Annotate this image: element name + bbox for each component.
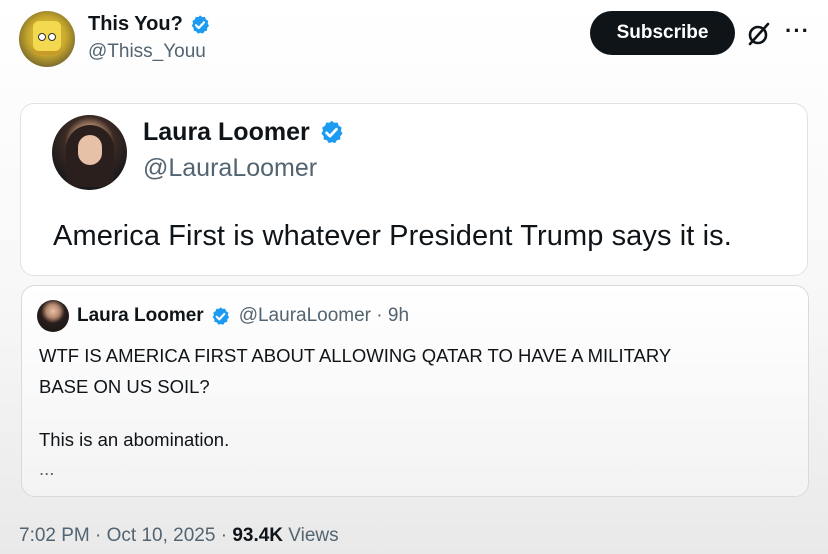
nested-author-name[interactable]: Laura Loomer [77,305,204,327]
quoted-author-name[interactable]: Laura Loomer [143,118,310,147]
nested-author-avatar[interactable] [37,300,69,332]
quoted-post-text: America First is whatever President Trum… [53,220,732,252]
verified-badge-icon [210,306,231,327]
grok-icon[interactable] [746,21,772,47]
quoted-post-card[interactable]: Laura Loomer @LauraLoomer America First … [20,103,808,276]
author-name-row[interactable]: This You? [88,13,211,36]
nested-text-ellipsis[interactable]: ... [39,458,54,480]
views-label: Views [283,525,339,546]
verified-badge-icon [318,119,345,146]
quoted-author-handle[interactable]: @LauraLoomer [143,154,317,183]
post-meta: 7:02 PM · Oct 10, 2025 · 93.4K Views [19,525,339,547]
quoted-author-avatar[interactable] [52,115,127,190]
nested-text-line: BASE ON US SOIL? [39,376,210,397]
subscribe-button[interactable]: Subscribe [590,11,735,55]
nested-author-row: Laura Loomer @LauraLoomer · 9h [77,305,409,327]
author-name[interactable]: This You? [88,13,183,36]
avatar-face [78,135,102,165]
avatar-eye-left [38,33,46,41]
post-timestamp[interactable]: 7:02 PM · Oct 10, 2025 · [19,525,232,546]
nested-text-line: WTF IS AMERICA FIRST ABOUT ALLOWING QATA… [39,345,672,366]
avatar-face [33,21,61,55]
nested-author-handle-time[interactable]: @LauraLoomer · 9h [239,305,409,327]
nested-text-line: This is an abomination. [39,429,230,450]
verified-badge-icon [189,14,211,36]
views-count: 93.4K [232,525,284,546]
quoted-author-name-row[interactable]: Laura Loomer [143,118,345,147]
author-avatar[interactable] [19,11,75,67]
more-icon[interactable]: ··· [785,18,810,44]
avatar-eye-right [48,33,56,41]
nested-quote-card[interactable]: Laura Loomer @LauraLoomer · 9h WTF IS AM… [21,285,809,497]
author-handle[interactable]: @Thiss_Youu [88,41,206,63]
